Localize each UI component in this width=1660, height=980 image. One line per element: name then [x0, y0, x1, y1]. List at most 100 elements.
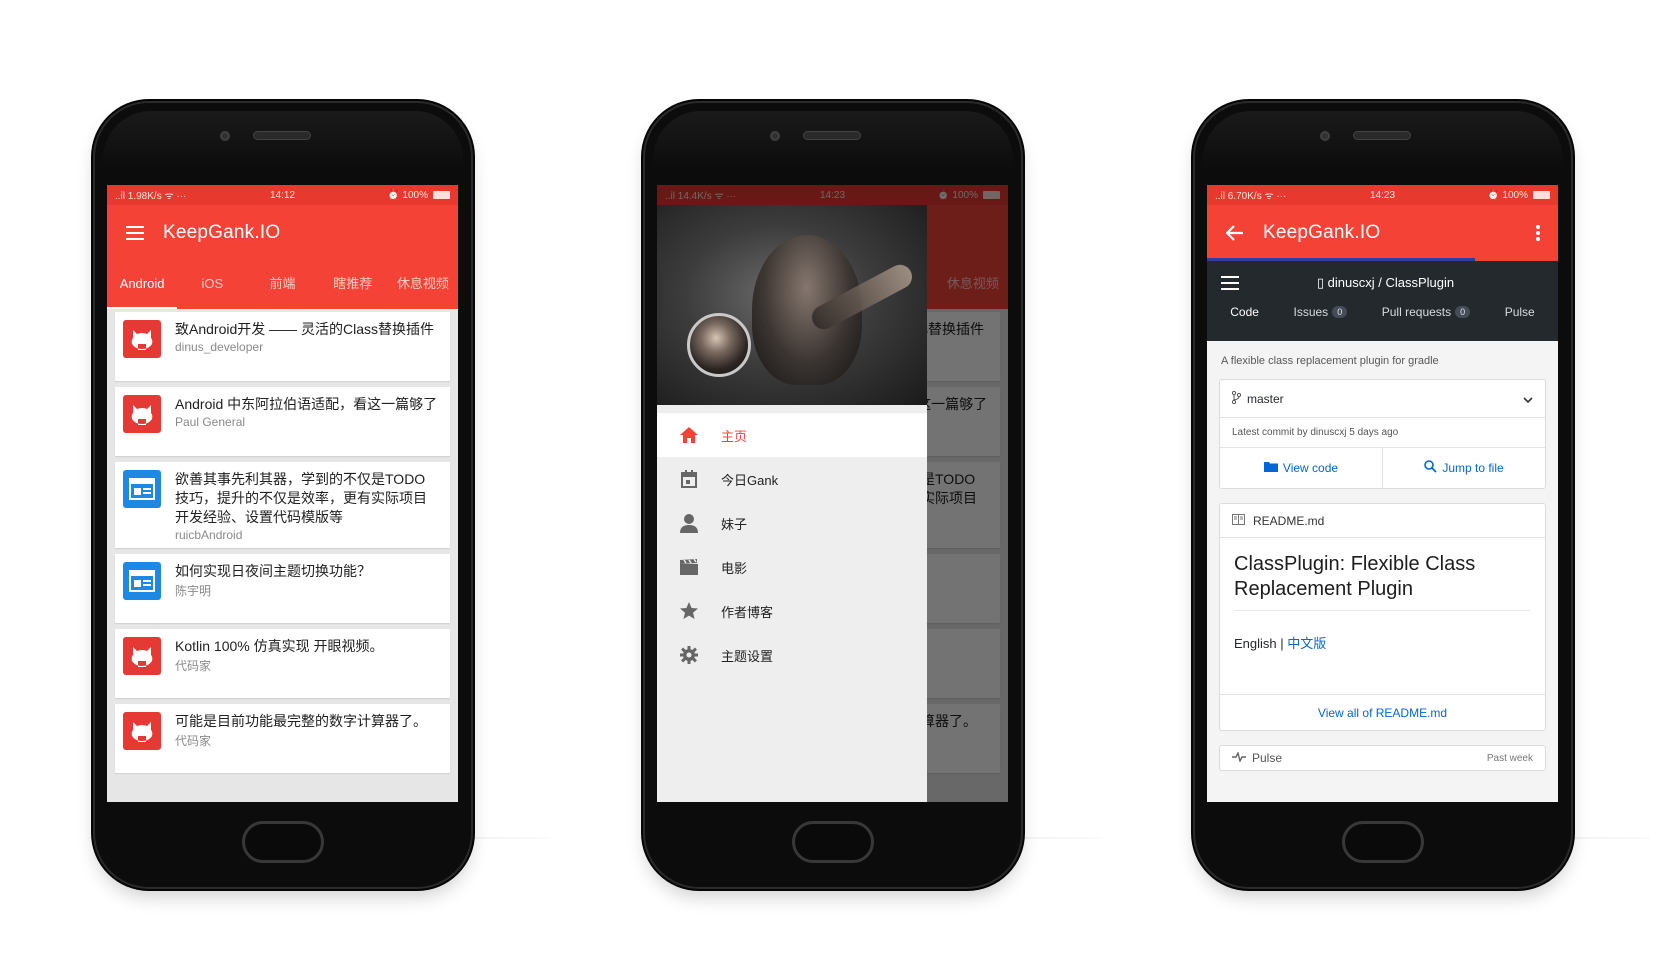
phone-2: ..il 14.4K/s ᯤ ··· 14:23 ⏰ 100% KeepGank… — [645, 103, 1021, 887]
item-author: dinus_developer — [175, 340, 264, 354]
movie-icon — [657, 559, 721, 575]
phone-3: ..il 6.70K/s ᯤ ··· 14:23 ⏰ 100% KeepGank… — [1195, 103, 1571, 887]
article-list: 致Android开发 —— 灵活的Class替换插件 dinus_develope… — [107, 309, 458, 802]
navigation-drawer: 主页 今日Gank 妹子 电影 作者博客 主题设置 — [657, 205, 927, 802]
chinese-version-link[interactable]: 中文版 — [1287, 636, 1326, 651]
github-icon — [123, 712, 161, 750]
item-author: Paul General — [175, 415, 246, 429]
view-all-readme-link[interactable]: View all of README.md — [1220, 694, 1545, 730]
tab-ios[interactable]: iOS — [177, 261, 247, 309]
repo-description: A flexible class replacement plugin for … — [1221, 355, 1439, 367]
list-item[interactable]: 致Android开发 —— 灵活的Class替换插件 dinus_develope… — [115, 312, 450, 381]
drawer-item-home[interactable]: 主页 — [657, 413, 927, 457]
branch-box: master Latest commit by dinuscxj 5 days … — [1219, 379, 1546, 489]
drawer-header-image — [657, 205, 927, 405]
list-item[interactable]: Android 中东阿拉伯语适配，看这一篇够了 Paul General — [115, 387, 450, 456]
readme-filename: README.md — [1253, 513, 1325, 528]
home-icon — [657, 427, 721, 443]
app-title: KeepGank.IO — [163, 222, 281, 243]
status-bar: ..il 1.98K/s ᯤ ··· 14:12 ⏰ 100% — [107, 185, 458, 205]
category-tabs: Android iOS 前端 瞎推荐 休息视频 — [107, 261, 458, 309]
tab-rest-video[interactable]: 休息视频 — [388, 261, 458, 309]
readme-language-links: English | 中文版 — [1234, 636, 1327, 651]
drawer-item-today[interactable]: 今日Gank — [657, 457, 927, 501]
folder-icon — [1263, 461, 1278, 475]
pulse-icon — [1232, 750, 1246, 765]
menu-icon[interactable] — [107, 205, 163, 261]
phone-1: ..il 1.98K/s ᯤ ··· 14:12 ⏰ 100% KeepGank… — [95, 103, 471, 887]
branch-name: master — [1247, 391, 1284, 406]
list-item[interactable]: 可能是目前功能最完整的数字计算器了。 代码家 — [115, 704, 450, 773]
drawer-item-movies[interactable]: 电影 — [657, 545, 927, 589]
item-title: 致Android开发 —— 灵活的Class替换插件 — [175, 321, 435, 337]
search-icon — [1424, 460, 1437, 476]
app-toolbar: KeepGank.IO — [1207, 205, 1558, 261]
drawer-item-girls[interactable]: 妹子 — [657, 501, 927, 545]
jump-to-file-button[interactable]: Jump to file — [1382, 448, 1545, 488]
branch-selector[interactable]: master — [1220, 380, 1545, 418]
drawer-menu: 主页 今日Gank 妹子 电影 作者博客 主题设置 — [657, 405, 927, 677]
github-header: ▯ dinuscxj / ClassPlugin Code Issues 0 Pu… — [1207, 261, 1558, 341]
tab-android[interactable]: Android — [107, 261, 178, 309]
battery-icon — [1533, 191, 1551, 199]
app-toolbar: KeepGank.IO — [107, 205, 458, 261]
screen-github: ..il 6.70K/s ᯤ ··· 14:23 ⏰ 100% KeepGank… — [1207, 185, 1558, 802]
repo-content: A flexible class replacement plugin for … — [1207, 341, 1558, 802]
more-vert-icon[interactable] — [1536, 205, 1540, 261]
readme-box: README.md ClassPlugin: Flexible Class Re… — [1219, 503, 1546, 731]
status-bar: ..il 6.70K/s ᯤ ··· 14:23 ⏰ 100% — [1207, 185, 1558, 205]
chevron-down-icon — [1523, 392, 1533, 406]
earpiece-speaker — [1353, 131, 1411, 140]
tab-issues[interactable]: Issues 0 — [1294, 305, 1348, 319]
tab-recommend[interactable]: 瞎推荐 — [318, 261, 388, 309]
menu-icon[interactable] — [1207, 276, 1253, 290]
repo-path[interactable]: ▯ dinuscxj / ClassPlugin — [1253, 275, 1558, 291]
item-author: 代码家 — [175, 659, 212, 673]
battery-icon — [983, 191, 1001, 199]
tab-pull-requests[interactable]: Pull requests 0 — [1382, 305, 1471, 319]
view-code-button[interactable]: View code — [1220, 448, 1382, 488]
web-icon — [123, 470, 161, 508]
home-button[interactable] — [1342, 821, 1424, 863]
drawer-item-blog[interactable]: 作者博客 — [657, 589, 927, 633]
earpiece-speaker — [253, 131, 311, 140]
drawer-item-theme[interactable]: 主题设置 — [657, 633, 927, 677]
list-item[interactable]: 欲善其事先利其器，学到的不仅是TODO 技巧，提升的不仅是效率，更有实际项目开发… — [115, 462, 450, 548]
front-camera — [220, 131, 230, 141]
item-title: Android 中东阿拉伯语适配，看这一篇够了 — [175, 396, 438, 412]
avatar[interactable] — [687, 313, 751, 377]
screen-drawer: ..il 14.4K/s ᯤ ··· 14:23 ⏰ 100% KeepGank… — [657, 185, 1008, 802]
battery-icon — [433, 191, 451, 199]
github-icon — [123, 320, 161, 358]
front-camera — [1320, 131, 1330, 141]
screen-feed: ..il 1.98K/s ᯤ ··· 14:12 ⏰ 100% KeepGank… — [107, 185, 458, 802]
home-button[interactable] — [242, 821, 324, 863]
gear-icon — [657, 646, 721, 664]
repo-tabs: Code Issues 0 Pull requests 0 Pulse — [1207, 305, 1558, 319]
status-bar: ..il 14.4K/s ᯤ ··· 14:23 ⏰ 100% — [657, 185, 1008, 205]
item-title: 可能是目前功能最完整的数字计算器了。 — [175, 713, 427, 729]
list-item[interactable]: 如何实现日夜间主题切换功能？ 陈宇明 — [115, 554, 450, 623]
calendar-icon — [657, 470, 721, 488]
pulse-box[interactable]: Pulse Past week — [1219, 745, 1546, 771]
tab-frontend[interactable]: 前端 — [247, 261, 317, 309]
item-title: Kotlin 100% 仿真实现 开眼视频。 — [175, 638, 384, 654]
home-button[interactable] — [792, 821, 874, 863]
item-title: 欲善其事先利其器，学到的不仅是TODO 技巧，提升的不仅是效率，更有实际项目开发… — [175, 471, 427, 525]
github-icon — [123, 637, 161, 675]
list-item[interactable]: Kotlin 100% 仿真实现 开眼视频。 代码家 — [115, 629, 450, 698]
person-icon — [657, 513, 721, 533]
app-title: KeepGank.IO — [1263, 222, 1381, 243]
item-author: ruicbAndroid — [175, 528, 243, 542]
book-icon — [1232, 513, 1245, 528]
back-arrow-icon[interactable] — [1207, 205, 1263, 261]
tab-pulse[interactable]: Pulse — [1505, 305, 1535, 319]
repo-icon: ▯ — [1316, 275, 1328, 290]
branch-icon — [1231, 390, 1242, 407]
issues-count: 0 — [1332, 306, 1348, 318]
front-camera — [770, 131, 780, 141]
web-icon — [123, 562, 161, 600]
tab-code[interactable]: Code — [1230, 305, 1259, 319]
pr-count: 0 — [1455, 306, 1471, 318]
item-author: 代码家 — [175, 734, 212, 748]
